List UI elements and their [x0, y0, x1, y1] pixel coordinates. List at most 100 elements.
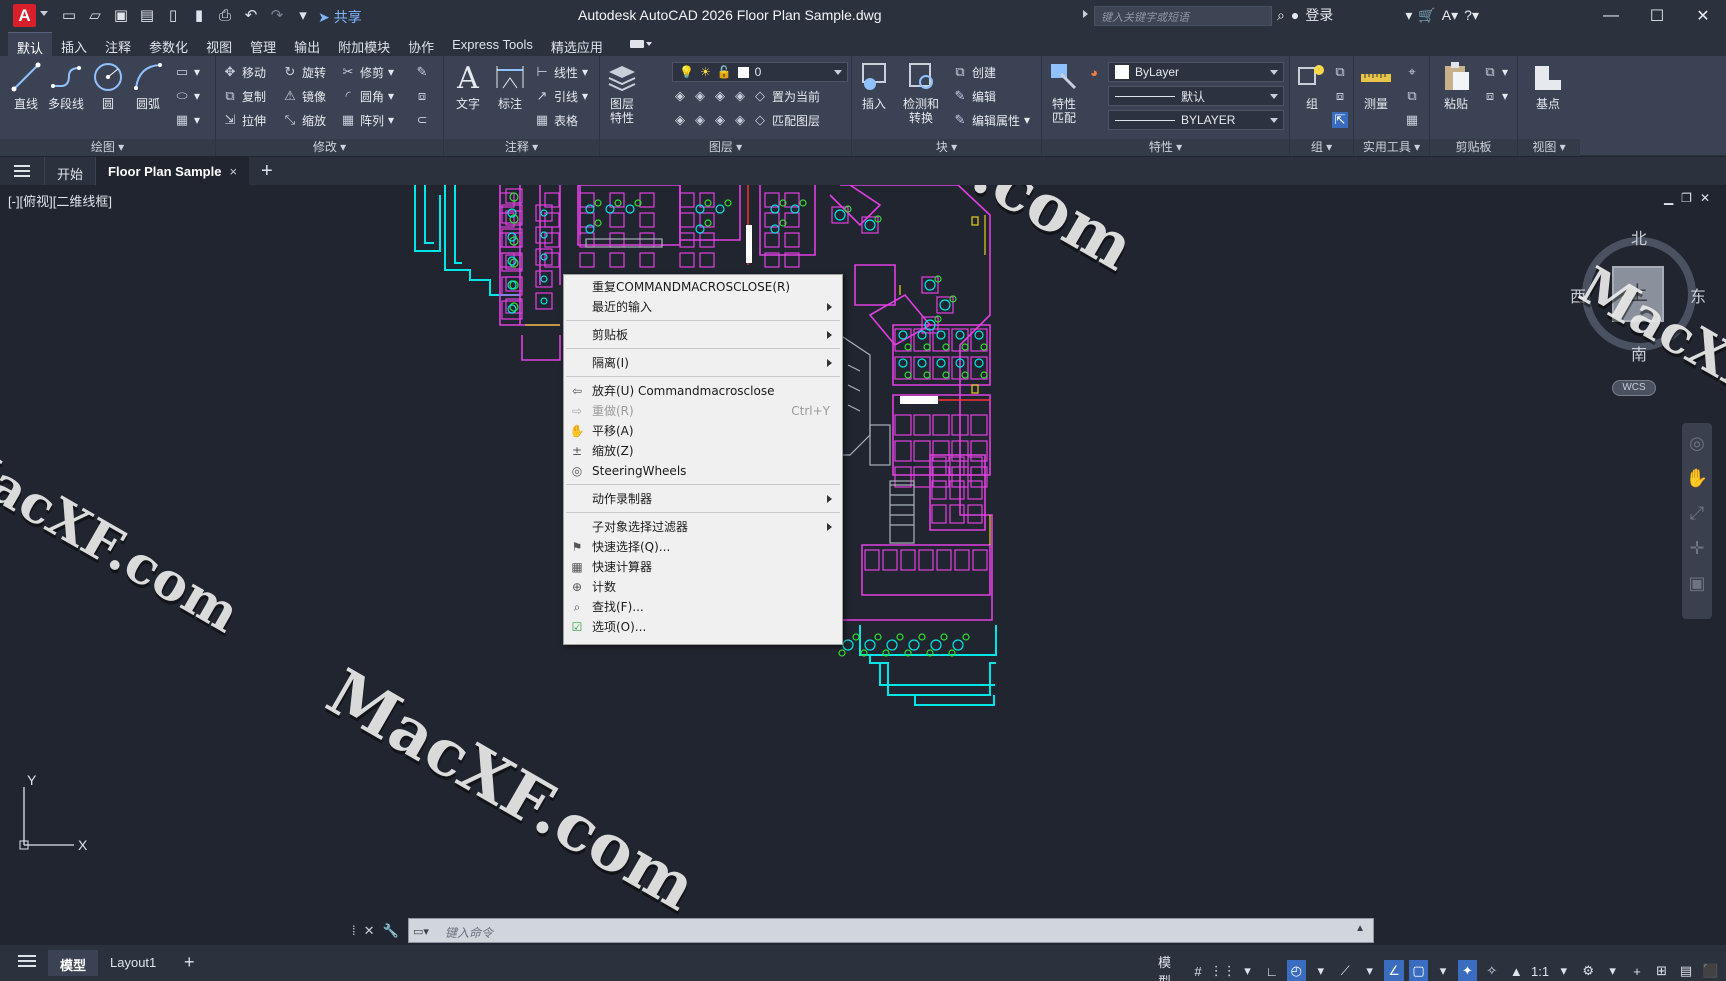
menu-item-repeat[interactable]: 重复COMMANDMACROSCLOSE(R)	[564, 277, 842, 297]
create-block-tool[interactable]: ⧉ 创建	[952, 62, 996, 82]
workspace-gear-icon[interactable]: ⚙	[1579, 960, 1598, 981]
new-icon[interactable]: ▭	[60, 5, 78, 25]
id-point-icon[interactable]: ⌖	[1404, 62, 1420, 82]
qat-customize-icon[interactable]: ▾	[294, 5, 312, 25]
text-tool[interactable]: A 文字	[448, 60, 488, 111]
redo-icon[interactable]: ↷	[268, 5, 286, 25]
modify-panel-title[interactable]: 修改 ▾	[216, 139, 443, 156]
snap-icon[interactable]: ⋮⋮	[1210, 960, 1236, 981]
edit-attributes-tool[interactable]: ✎ 编辑属性 ▾	[952, 110, 1031, 130]
explode-tool[interactable]: ⧈	[414, 86, 430, 106]
fillet-tool[interactable]: ◜ 圆角 ▾	[340, 86, 394, 106]
annotation-panel-title[interactable]: 注释 ▾	[444, 139, 599, 156]
set-current-button[interactable]: 置为当前	[772, 88, 820, 105]
menu-item-find[interactable]: ⌕ 查找(F)...	[564, 597, 842, 617]
rectangle-tool[interactable]: ▭ ▾	[174, 62, 200, 82]
search-expand-icon[interactable]	[1083, 10, 1088, 18]
annotation-scale-value[interactable]: 1:1	[1531, 964, 1549, 979]
edit-block-tool[interactable]: ✎ 编辑	[952, 86, 996, 106]
minimize-button[interactable]: —	[1588, 0, 1634, 31]
circle-tool[interactable]: 圆	[88, 60, 128, 111]
view-panel-title[interactable]: 视图 ▾	[1518, 139, 1580, 156]
autodesk-account-icon[interactable]: A▾	[1442, 7, 1458, 24]
save-as-icon[interactable]: ▤	[138, 5, 156, 25]
ellipse-tool[interactable]: ⬭ ▾	[174, 86, 200, 106]
units-icon[interactable]: ⊞	[1652, 960, 1671, 981]
ungroup-icon[interactable]: ⧉	[1332, 62, 1348, 82]
tab-floor-plan-sample[interactable]: Floor Plan Sample ×	[95, 157, 250, 185]
cut-icon[interactable]: ⧉ ▾	[1482, 62, 1508, 82]
viewport-restore-icon[interactable]: ❐	[1681, 191, 1692, 205]
quick-select-icon[interactable]: ⧉	[1404, 86, 1420, 106]
command-close-icon[interactable]: ✕	[364, 923, 375, 939]
base-view-tool[interactable]: 基点	[1528, 60, 1568, 111]
menu-item-zoom[interactable]: ± 缩放(Z)	[564, 441, 842, 461]
login-dropdown-icon[interactable]: ▾	[1405, 7, 1412, 24]
calculator-icon[interactable]: ▦	[1404, 110, 1420, 130]
menu-item-steeringwheels[interactable]: ◎ SteeringWheels	[564, 461, 842, 481]
object-snap-icon[interactable]: ▢	[1408, 960, 1429, 981]
close-button[interactable]: ✕	[1680, 0, 1726, 31]
layer-isolate-icon[interactable]: ◈	[692, 88, 708, 104]
layout-tabs-menu-icon[interactable]	[18, 955, 36, 967]
quick-properties-icon[interactable]: ▤	[1676, 960, 1695, 981]
menu-item-redo[interactable]: ⇨ 重做(R) Ctrl+Y	[564, 401, 842, 421]
app-menu-caret-icon[interactable]	[40, 11, 48, 16]
ribbon-toggle-icon[interactable]	[629, 38, 652, 50]
undo-icon[interactable]: ↶	[242, 5, 260, 25]
isodraft-dropdown-icon[interactable]: ▾	[1360, 960, 1379, 981]
trim-tool[interactable]: ✂ 修剪 ▾	[340, 62, 395, 82]
isodraft-icon[interactable]: ⟋	[1335, 960, 1354, 981]
properties-panel-title[interactable]: 特性 ▾	[1042, 139, 1289, 156]
tab-view[interactable]: 视图	[197, 32, 241, 56]
rotate-tool[interactable]: ↻ 旋转	[282, 62, 326, 82]
object-snap-tracking-icon[interactable]: ∠	[1384, 960, 1404, 981]
tab-featured-apps[interactable]: 精选应用	[542, 32, 612, 56]
command-prompt-icon[interactable]: ▭▾	[413, 925, 429, 938]
line-tool[interactable]: 直线	[6, 60, 46, 111]
layer-unlock-icon[interactable]: ◈	[732, 112, 748, 128]
hatch-tool[interactable]: ▦ ▾	[174, 110, 200, 130]
mirror-tool[interactable]: ⚠ 镜像	[282, 86, 326, 106]
menu-item-subobject-filter[interactable]: 子对象选择过滤器	[564, 517, 842, 537]
stretch-tool[interactable]: ⇲ 拉伸	[222, 110, 266, 130]
paste-tool[interactable]: 粘贴	[1436, 60, 1476, 111]
drawing-viewport[interactable]: [-][俯视][二维线框] ▁ ❐ ✕ 上 北 南 西 东 WCS ◎ ✋ ⤢ …	[0, 185, 1726, 943]
menu-item-quickcalc[interactable]: ▦ 快速计算器	[564, 557, 842, 577]
layers-panel-title[interactable]: 图层 ▾	[600, 139, 851, 156]
save-to-web-icon[interactable]: ▮	[190, 5, 208, 25]
layer-properties-tool[interactable]: 图层 特性	[602, 60, 642, 125]
leader-tool[interactable]: ↗ 引线 ▾	[534, 86, 589, 106]
polar-icon[interactable]: ◴	[1286, 960, 1307, 981]
snap-dropdown-icon[interactable]: ▾	[1238, 960, 1257, 981]
file-tabs-menu-icon[interactable]	[0, 157, 44, 185]
tab-manage[interactable]: 管理	[241, 32, 285, 56]
auto-scale-icon[interactable]: ✧	[1482, 960, 1501, 981]
menu-item-clipboard[interactable]: 剪贴板	[564, 325, 842, 345]
command-customize-icon[interactable]: 🔧	[383, 923, 399, 939]
draw-panel-title[interactable]: 绘图 ▾	[0, 139, 215, 156]
copy-tool[interactable]: ⧉ 复制	[222, 86, 266, 106]
table-tool[interactable]: ▦ 表格	[534, 110, 578, 130]
polar-dropdown-icon[interactable]: ▾	[1311, 960, 1330, 981]
graphics-performance-icon[interactable]: ⬛	[1701, 960, 1720, 981]
tab-insert[interactable]: 插入	[52, 32, 96, 56]
search-icon[interactable]: ⌕	[1277, 7, 1285, 24]
menu-item-options[interactable]: ☑ 选项(O)...	[564, 617, 842, 637]
add-layout-button[interactable]: +	[172, 950, 207, 976]
tab-addins[interactable]: 附加模块	[329, 32, 399, 56]
group-edit-icon[interactable]: ⧈	[1332, 86, 1348, 106]
tab-collaborate[interactable]: 协作	[399, 32, 443, 56]
viewport-controls-label[interactable]: [-][俯视][二维线框]	[8, 191, 112, 210]
arc-tool[interactable]: 圆弧	[128, 60, 168, 111]
tab-default[interactable]: 默认	[8, 32, 53, 56]
login-label[interactable]: 登录	[1305, 5, 1333, 25]
layer-thaw-icon[interactable]: ◈	[712, 112, 728, 128]
layer-unisolate-icon[interactable]: ◈	[692, 112, 708, 128]
layer-off-icon[interactable]: ◈	[672, 88, 688, 104]
erase-tool[interactable]: ✎	[414, 62, 430, 82]
dimension-tool[interactable]: 标注	[490, 60, 530, 111]
polyline-tool[interactable]: 多段线	[46, 60, 86, 111]
color-dropdown[interactable]: ByLayer	[1108, 62, 1284, 82]
match-layer-button[interactable]: 匹配图层	[772, 112, 820, 129]
